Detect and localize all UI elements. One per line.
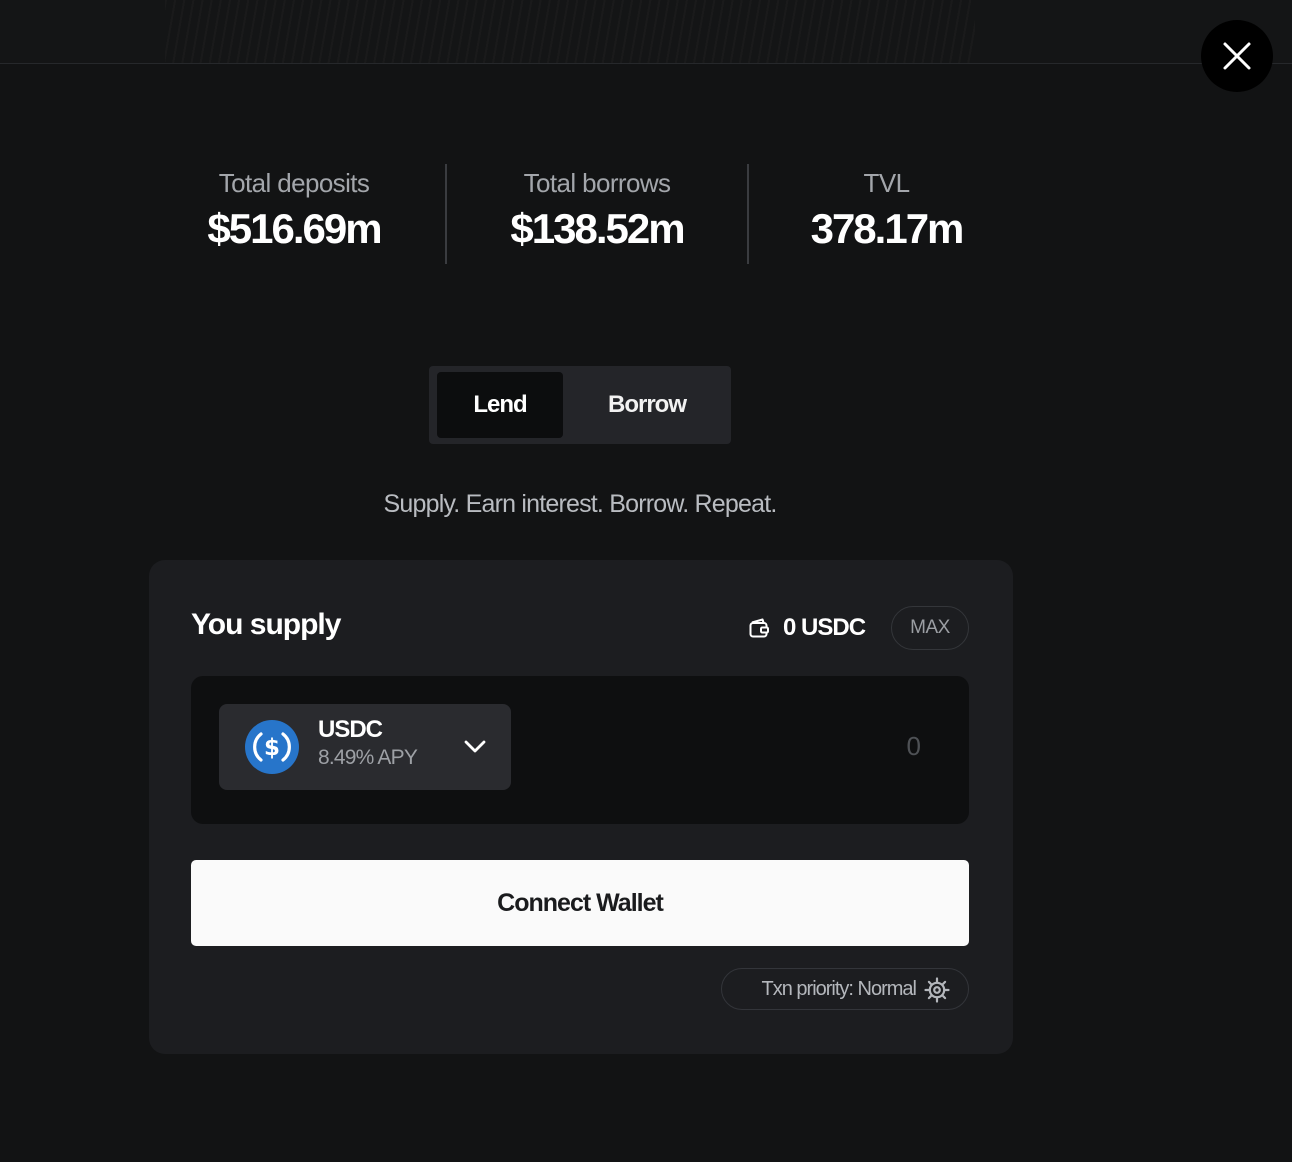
stat-label: Total deposits xyxy=(218,168,370,198)
max-button[interactable]: MAX xyxy=(891,606,969,650)
supply-amount-input[interactable] xyxy=(551,726,921,766)
lend-borrow-toggle: Lend Borrow xyxy=(429,366,731,444)
token-selector[interactable]: $ USDC 8.49% APY xyxy=(219,704,511,790)
close-button[interactable] xyxy=(1201,20,1273,92)
token-apy: 8.49% APY xyxy=(318,746,418,769)
lending-page: Total deposits $516.69m Total borrows $1… xyxy=(0,0,1292,1162)
supply-card: You supply 0 USDC MAX $ USDC 8.49% APY 0… xyxy=(149,560,1013,1054)
svg-text:$: $ xyxy=(264,735,280,761)
stat-tvl: TVL 378.17m xyxy=(749,164,1024,264)
close-icon xyxy=(1223,42,1251,70)
connect-wallet-button[interactable]: Connect Wallet xyxy=(191,860,969,946)
tab-lend[interactable]: Lend xyxy=(437,372,563,438)
stat-total-deposits: Total deposits $516.69m xyxy=(144,164,444,264)
stat-value: 378.17m xyxy=(810,205,965,252)
stat-value: $138.52m xyxy=(510,205,685,252)
txn-priority-button[interactable]: Txn priority: Normal xyxy=(721,968,969,1010)
card-title: You supply xyxy=(191,608,341,641)
header-pattern xyxy=(165,0,975,63)
stat-value: $516.69m xyxy=(207,205,382,252)
txn-priority-label: Txn priority: Normal xyxy=(761,977,917,1000)
chevron-down-icon xyxy=(463,736,487,756)
header-band xyxy=(0,0,1292,64)
supply-input-box: $ USDC 8.49% APY xyxy=(191,676,969,824)
stat-total-borrows: Total borrows $138.52m xyxy=(447,164,747,264)
wallet-balance-amount: 0 USDC xyxy=(783,614,866,641)
tagline: Supply. Earn interest. Borrow. Repeat. xyxy=(383,490,778,518)
stat-label: TVL xyxy=(863,168,910,198)
wallet-icon xyxy=(747,616,771,640)
token-symbol: USDC xyxy=(318,716,383,743)
wallet-balance: 0 USDC xyxy=(747,610,866,646)
tab-borrow[interactable]: Borrow xyxy=(571,372,723,438)
stats-bar: Total deposits $516.69m Total borrows $1… xyxy=(144,164,1024,264)
gear-icon xyxy=(924,977,950,1003)
stat-label: Total borrows xyxy=(523,168,671,198)
usdc-coin-icon: $ xyxy=(245,720,299,774)
